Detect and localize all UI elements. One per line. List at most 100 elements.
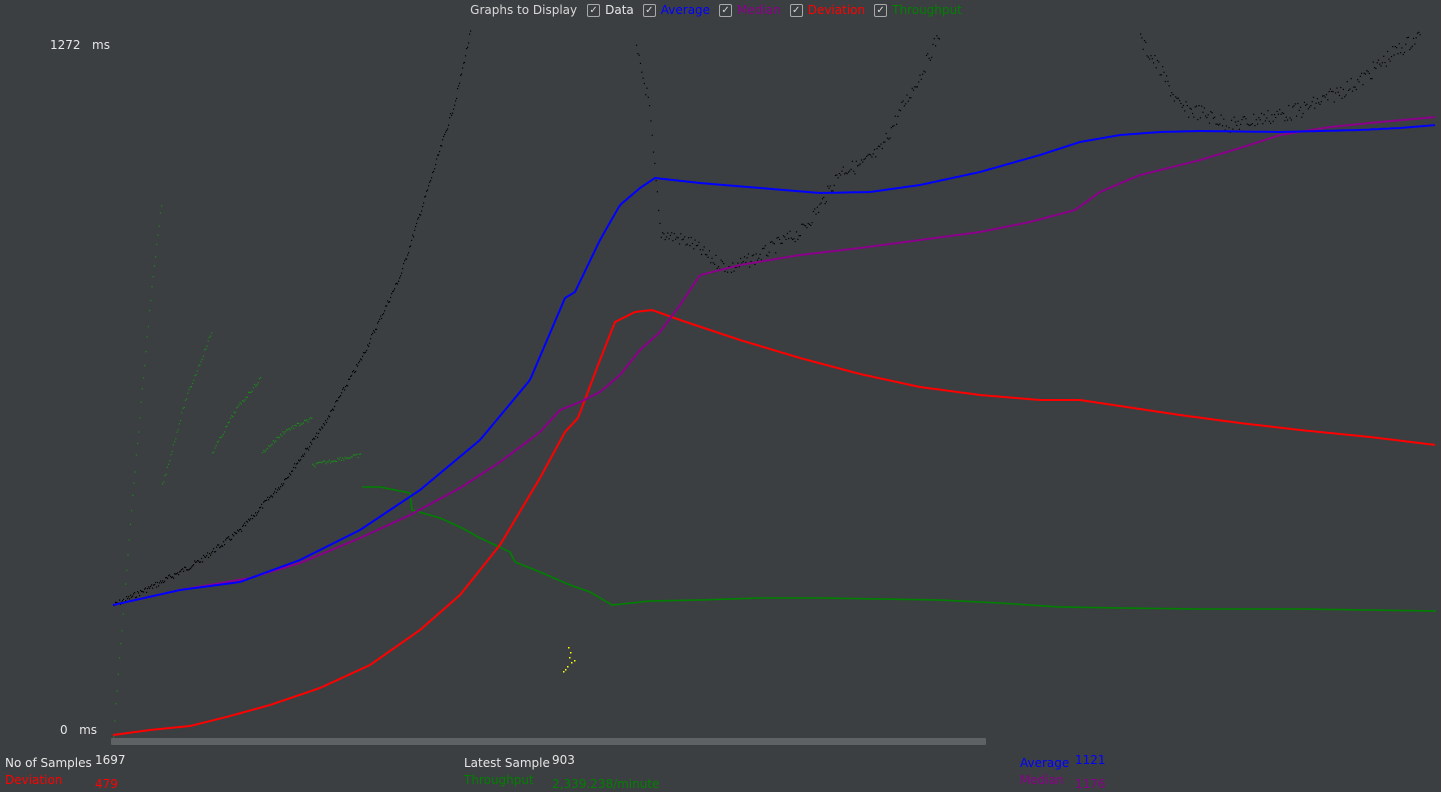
data-point [252, 518, 254, 520]
data-point [923, 70, 925, 72]
throughput-point [164, 475, 166, 477]
data-point [641, 71, 643, 73]
data-point [1332, 91, 1334, 93]
data-point [723, 263, 725, 265]
throughput-point [177, 429, 179, 431]
data-point [202, 561, 204, 563]
throughput-point [190, 386, 192, 388]
data-point [353, 370, 355, 372]
data-point [1175, 96, 1177, 98]
data-point [315, 435, 317, 437]
data-point [290, 474, 292, 476]
data-point [383, 312, 385, 315]
throughput-point [320, 461, 322, 463]
data-point [656, 191, 658, 193]
throughput-point [339, 457, 341, 459]
data-point [1390, 56, 1393, 58]
throughput-point [294, 424, 296, 426]
data-point [324, 424, 326, 426]
data-point [721, 261, 723, 263]
data-point [929, 59, 931, 61]
data-point [786, 232, 788, 235]
data-point [143, 591, 145, 593]
throughput-point [166, 466, 168, 468]
data-point [1153, 62, 1155, 64]
data-point [261, 503, 263, 505]
data-point [172, 576, 174, 578]
data-point [448, 124, 450, 126]
data-point [254, 515, 256, 517]
data-point [1351, 90, 1354, 92]
data-point [871, 156, 873, 158]
data-point [1164, 80, 1166, 83]
data-point [397, 283, 399, 285]
throughput-point [254, 383, 256, 385]
data-point [185, 566, 187, 569]
data-point [829, 185, 831, 187]
data-point [427, 189, 429, 191]
data-point [455, 100, 457, 102]
throughput-point [114, 720, 116, 722]
data-point [828, 187, 830, 189]
data-point [1177, 97, 1179, 99]
data-point [1344, 96, 1346, 98]
data-point [466, 48, 468, 50]
throughput-point [215, 444, 217, 447]
data-point [1303, 101, 1305, 103]
data-point [652, 151, 655, 153]
data-point [1172, 94, 1174, 96]
data-point [137, 591, 139, 593]
data-point [1297, 102, 1299, 105]
data-point [198, 560, 200, 562]
data-point [157, 581, 159, 584]
data-point [134, 592, 136, 594]
throughput-point [143, 377, 145, 379]
data-point [314, 438, 316, 440]
data-point [876, 148, 878, 150]
data-point [833, 184, 835, 186]
data-point [862, 161, 864, 163]
data-point [775, 252, 777, 254]
data-point [297, 462, 299, 464]
horizontal-scrollbar[interactable] [111, 738, 986, 745]
data-point [1197, 119, 1199, 121]
data-point [1241, 119, 1243, 121]
data-point [1266, 117, 1268, 119]
data-point [245, 525, 247, 527]
throughput-point [313, 464, 315, 466]
data-point [431, 177, 433, 179]
data-point [208, 556, 210, 559]
throughput-point [288, 428, 290, 430]
data-point [1302, 112, 1304, 115]
throughput-point [344, 456, 346, 458]
data-point [685, 244, 687, 246]
data-point [365, 351, 367, 353]
throughput-point [325, 463, 327, 465]
stat-average: Average 1121 [1020, 753, 1106, 770]
data-point [323, 423, 325, 425]
data-point [1156, 59, 1159, 62]
throughput-point [300, 423, 302, 425]
data-point [1260, 112, 1263, 114]
data-point [211, 552, 213, 554]
throughput-point [122, 613, 124, 615]
data-point [240, 528, 242, 530]
data-point [1290, 119, 1292, 121]
throughput-point [269, 446, 271, 448]
data-point [1145, 41, 1147, 43]
data-point [823, 196, 825, 198]
data-point [801, 223, 803, 225]
throughput-point [189, 386, 191, 388]
data-point [1208, 122, 1211, 124]
data-point [1211, 112, 1213, 114]
data-point [1271, 114, 1273, 116]
throughput-point [141, 388, 143, 390]
data-point [1228, 127, 1230, 129]
throughput-point [249, 391, 251, 393]
data-point [1171, 92, 1173, 94]
data-point [398, 280, 400, 282]
data-point [668, 238, 670, 240]
throughput-point [211, 332, 213, 334]
data-point [690, 236, 692, 239]
data-point [213, 548, 215, 550]
